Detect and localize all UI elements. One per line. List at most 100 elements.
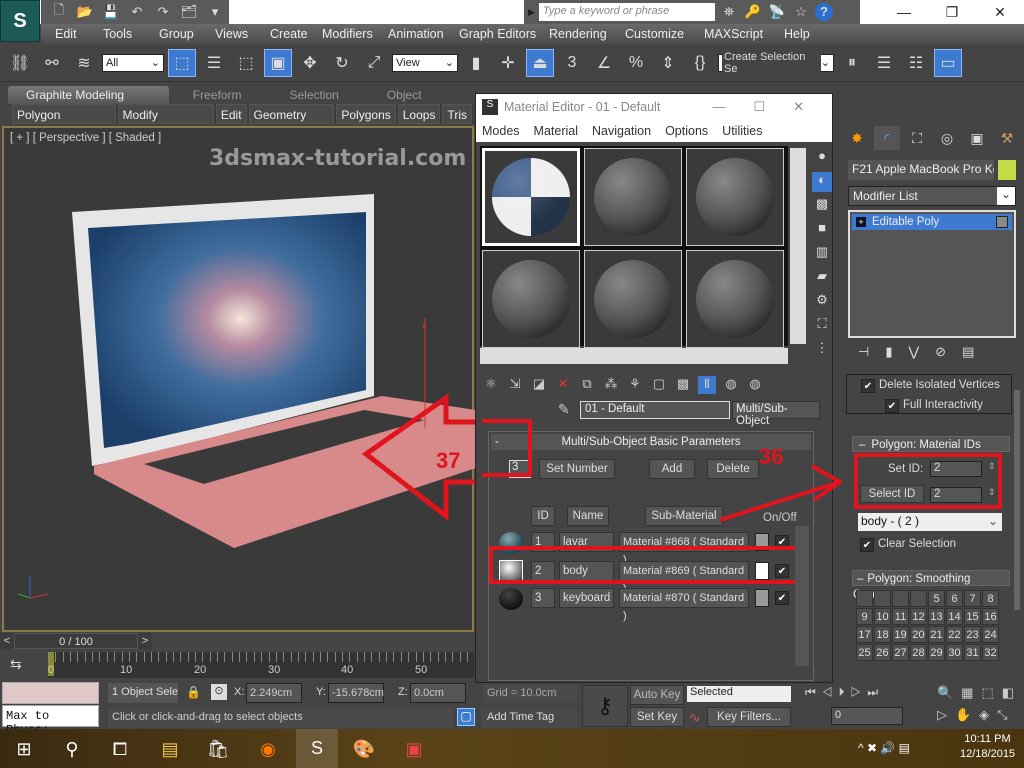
keyboard-shortcut-override-icon[interactable]: ⏏ [526, 48, 554, 77]
z-coordinate-field[interactable]: 0.0cm [410, 683, 466, 703]
sample-type-icon[interactable]: ● [812, 148, 832, 168]
select-by-name-icon[interactable]: ☰ [200, 49, 228, 77]
smoothing-group-button[interactable]: 12 [910, 608, 927, 625]
row-name[interactable]: keyboard [559, 588, 614, 608]
help-icon[interactable]: ? [814, 3, 833, 21]
menu-create[interactable]: Create [270, 27, 322, 41]
customize-qat-icon[interactable]: ▾ [205, 4, 225, 20]
smoothing-group-button[interactable] [874, 590, 891, 607]
key-filters-button[interactable]: Key Filters... [707, 707, 791, 727]
mirror-icon[interactable]: ⏸ [838, 49, 866, 77]
smoothing-group-button[interactable]: 25 [856, 644, 873, 661]
sample-uv-tiling-icon[interactable]: ■ [812, 220, 832, 240]
video-color-check-icon[interactable]: ▥ [812, 244, 832, 264]
lock-icon[interactable]: 🔒 [186, 685, 201, 699]
row-sub-material-button[interactable]: Material #870 ( Standard ) [619, 588, 749, 622]
object-name-field[interactable]: F21 Apple MacBook Pro Keybo [848, 160, 994, 180]
create-tab-icon[interactable]: ✸ [844, 126, 870, 150]
column-id[interactable]: ID [531, 506, 555, 526]
show-end-result-icon[interactable]: Ⅱ [698, 376, 716, 394]
smoothing-group-button[interactable]: 28 [910, 644, 927, 661]
panel-loops[interactable]: Loops [397, 104, 441, 124]
reset-map-icon[interactable]: ✕ [554, 376, 572, 394]
search-icon[interactable]: ⚲ [60, 737, 84, 761]
row-id[interactable]: 3 [531, 588, 555, 608]
smoothing-group-button[interactable]: 30 [946, 644, 963, 661]
task-view-icon[interactable]: ⧠ [108, 737, 132, 761]
save-icon[interactable]: 💾 [101, 4, 121, 20]
smoothing-group-button[interactable]: 18 [874, 626, 891, 643]
tab-freeform[interactable]: Freeform [169, 86, 266, 104]
smoothing-group-button[interactable]: 10 [874, 608, 891, 625]
undo-icon[interactable]: ↶ [127, 4, 147, 20]
get-material-icon[interactable]: ⚛ [482, 376, 500, 394]
display-tab-icon[interactable]: ▣ [964, 126, 990, 150]
star-icon[interactable]: ☆ [791, 4, 811, 20]
menu-material[interactable]: Material [534, 124, 578, 138]
unlink-icon[interactable]: ⚯ [38, 49, 66, 77]
smoothing-group-button[interactable]: 31 [964, 644, 981, 661]
show-end-result-icon[interactable]: ▮ [885, 344, 892, 360]
menu-navigation[interactable]: Navigation [592, 124, 651, 138]
show-shaded-icon[interactable]: ▩ [674, 376, 692, 394]
make-preview-icon[interactable]: ▰ [812, 268, 832, 288]
material-slot-1[interactable] [482, 148, 580, 246]
set-key-big-icon[interactable]: ⚷ [582, 685, 628, 727]
smoothing-group-button[interactable]: 5 [928, 590, 945, 607]
reference-coord-dropdown[interactable]: View ⌄ [392, 53, 458, 72]
perspective-viewport[interactable]: [ + ] [ Perspective ] [ Shaded ] 3dsmax-… [2, 126, 476, 632]
set-number-button[interactable]: Set Number [539, 459, 615, 479]
scale-icon[interactable]: ⤢ [360, 49, 388, 77]
named-selection-dropdown[interactable]: Create Selection Se ⌄ [718, 50, 834, 75]
row-on-checkbox[interactable]: ✔ [775, 591, 789, 605]
menu-views[interactable]: Views [215, 27, 270, 41]
remove-modifier-icon[interactable]: ⊘ [935, 344, 946, 360]
material-name-field[interactable]: 01 - Default [580, 401, 730, 419]
menu-rendering[interactable]: Rendering [549, 27, 625, 41]
light-bulb-toggle[interactable] [996, 216, 1008, 228]
smoothing-group-button[interactable]: 32 [982, 644, 999, 661]
material-id-channel-icon[interactable]: ▢ [650, 376, 668, 394]
make-unique-icon[interactable]: ⋁ [908, 344, 919, 360]
add-button[interactable]: Add [649, 459, 695, 479]
smoothing-group-button[interactable]: 11 [892, 608, 909, 625]
smoothing-group-button[interactable]: 19 [892, 626, 909, 643]
store-icon[interactable]: 🛍 [206, 737, 230, 761]
slots-vertical-scrollbar[interactable] [790, 148, 806, 344]
minimize-button[interactable]: — [880, 0, 928, 24]
menu-tools[interactable]: Tools [103, 27, 159, 41]
background-checker-icon[interactable]: ▩ [812, 196, 832, 216]
clear-selection-checkbox[interactable]: ✔ [860, 538, 874, 552]
expand-icon[interactable]: ▶ [528, 7, 535, 18]
slots-horizontal-scrollbar[interactable] [480, 348, 788, 364]
menu-animation[interactable]: Animation [388, 27, 459, 41]
redo-icon[interactable]: ↷ [153, 4, 173, 20]
smoothing-groups-rollout-header[interactable]: –Polygon: Smoothing Groups [852, 570, 1010, 601]
panel-tris[interactable]: Tris [442, 104, 472, 124]
set-key-button[interactable]: Set Key [630, 707, 684, 727]
graphite-toggle-icon[interactable]: ▭ [934, 48, 962, 77]
smoothing-group-button[interactable]: 29 [928, 644, 945, 661]
viewport-nav-controls[interactable]: 🔍▦⬚◧ [937, 685, 1022, 701]
bind-spacewarp-icon[interactable]: ≋ [70, 49, 98, 77]
menu-modes[interactable]: Modes [482, 124, 520, 138]
add-time-tag-button[interactable]: Add Time Tag [481, 708, 577, 728]
utilities-tab-icon[interactable]: ⚒ [994, 126, 1020, 150]
material-by-name-dropdown[interactable]: body - ( 2 ) ⌄ [858, 513, 1002, 531]
put-to-library-icon[interactable]: ⚘ [626, 376, 644, 394]
time-slider[interactable]: < 0 / 100 > [0, 633, 160, 649]
stack-item-editable-poly[interactable]: + Editable Poly [852, 214, 1012, 230]
smoothing-group-button[interactable]: 16 [982, 608, 999, 625]
rotate-icon[interactable]: ↻ [328, 49, 356, 77]
menu-maxscript[interactable]: MAXScript [704, 27, 784, 41]
rect-selection-icon[interactable]: ⬚ [232, 49, 260, 77]
options-icon[interactable]: ⚙ [812, 292, 832, 312]
pin-stack-icon[interactable]: ⊣ [858, 344, 869, 360]
key-mode-dropdown[interactable]: Selected [687, 686, 791, 702]
assign-to-selection-icon[interactable]: ◪ [530, 376, 548, 394]
make-unique-icon[interactable]: ⁂ [602, 376, 620, 394]
x-coordinate-field[interactable]: 2.249cm [246, 683, 302, 703]
modify-tab-icon[interactable]: ◜ [874, 126, 900, 150]
next-frame-button[interactable]: > [138, 633, 152, 649]
pdf-icon[interactable]: ▣ [402, 737, 426, 761]
